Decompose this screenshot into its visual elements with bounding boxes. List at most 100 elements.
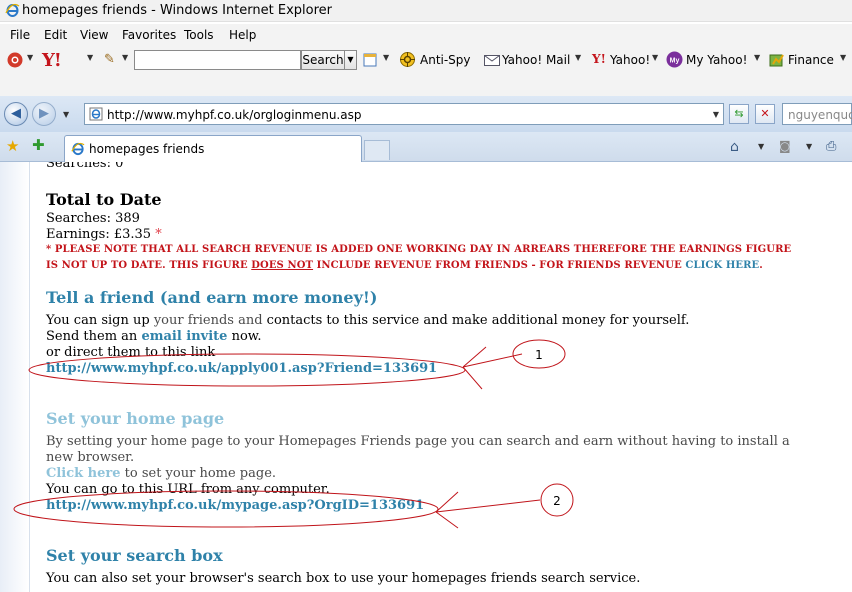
friend-referral-link[interactable]: http://www.myhpf.co.uk/apply001.asp?Frie…	[46, 361, 437, 376]
tell-text-c: contacts to this service and make additi…	[262, 313, 690, 328]
menu-edit[interactable]: Edit	[44, 28, 67, 42]
window-title-bar: homepages friends - Windows Internet Exp…	[0, 0, 852, 22]
chevron-down-icon[interactable]: ▼	[652, 53, 658, 62]
yahoo-search-button[interactable]: Search	[301, 50, 345, 70]
forward-arrow-icon[interactable]: ▶	[32, 102, 56, 126]
direct-text: or direct them to this link	[46, 345, 216, 360]
add-favorites-icon[interactable]: ✚	[32, 136, 45, 154]
click-here-suffix: to set your home page.	[120, 466, 277, 481]
chevron-down-icon[interactable]: ▼	[87, 53, 93, 62]
rss-feed-icon[interactable]: ◙	[779, 139, 791, 153]
annotation-label-1: 1	[535, 348, 543, 362]
chevron-down-icon[interactable]: ▼	[806, 142, 812, 151]
yahoo-mail-button[interactable]: Yahoo! Mail	[502, 53, 570, 67]
goto-text: You can go to this URL from any computer…	[46, 482, 330, 497]
search-placeholder: nguyenquoc	[788, 108, 852, 122]
send-suffix: now.	[227, 329, 262, 344]
chevron-down-icon[interactable]: ▼	[575, 53, 581, 62]
page-icon[interactable]	[362, 52, 378, 71]
click-here-row: Click here to set your home page.	[46, 466, 276, 481]
anti-spy-button[interactable]: Anti-Spy	[420, 53, 471, 67]
yahoo-small-logo-icon[interactable]: Y!	[592, 52, 606, 66]
friends-revenue-link[interactable]: CLICK HERE	[685, 260, 759, 271]
yahoo-search-input[interactable]	[134, 50, 301, 70]
chevron-down-icon[interactable]: ▼	[383, 53, 389, 62]
notice-does-not: DOES NOT	[251, 260, 314, 271]
send-prefix: Send them an	[46, 329, 142, 344]
notice-text-c: INCLUDE REVENUE FROM FRIENDS - FOR FRIEN…	[313, 260, 686, 271]
searches-partial: Searches: 0	[46, 162, 124, 171]
search-box-text: You can also set your browser's search b…	[46, 571, 641, 586]
mail-icon[interactable]	[484, 55, 500, 69]
page-content: Searches: 0 Total to Date Searches: 389 …	[0, 162, 852, 592]
finance-icon[interactable]	[769, 52, 785, 71]
live-search-input[interactable]: nguyenquoc	[782, 103, 852, 125]
my-yahoo-icon[interactable]: My	[666, 51, 683, 71]
address-bar[interactable]: http://www.myhpf.co.uk/orgloginmenu.asp …	[84, 103, 724, 125]
address-url[interactable]: http://www.myhpf.co.uk/orgloginmenu.asp	[107, 108, 361, 122]
annotation-label-2: 2	[553, 494, 561, 508]
mypage-link[interactable]: http://www.myhpf.co.uk/mypage.asp?OrgID=…	[46, 498, 424, 513]
home-text-2: new browser.	[46, 450, 135, 465]
chevron-down-icon[interactable]: ▼	[758, 142, 764, 151]
chevron-down-icon[interactable]: ▼	[27, 53, 33, 62]
notice-line-1: * PLEASE NOTE THAT ALL SEARCH REVENUE IS…	[46, 244, 792, 255]
yahoo-options-icon[interactable]	[6, 51, 24, 72]
finance-button[interactable]: Finance	[788, 53, 834, 67]
print-icon[interactable]: ⎙	[826, 139, 836, 154]
menu-favorites[interactable]: Favorites	[122, 28, 176, 42]
click-here-link[interactable]: Click here	[46, 466, 121, 481]
favorites-star-icon[interactable]: ★	[6, 137, 19, 155]
annotation-circle-2	[540, 483, 574, 517]
chevron-down-icon[interactable]: ▼	[754, 53, 760, 62]
pencil-icon[interactable]: ✎	[104, 52, 115, 67]
new-tab-button[interactable]	[364, 140, 390, 160]
yahoo-toolbar: ▼ Y! ▼ ✎ ▼ Search ▼ ▼ Anti-Spy Yahoo! Ma…	[0, 46, 852, 74]
page-left-border	[0, 162, 30, 592]
tab-bar: ★ ✚ homepages friends ⌂ ▼ ◙ ▼ ⎙	[0, 132, 852, 162]
search-dropdown-button[interactable]: ▼	[345, 50, 357, 70]
ie-logo-icon	[5, 3, 20, 21]
refresh-icon[interactable]: ⇆	[729, 104, 749, 124]
chevron-down-icon[interactable]: ▼	[63, 110, 69, 119]
tell-text-b: your friends and	[153, 313, 263, 328]
total-to-date-heading: Total to Date	[46, 190, 162, 209]
anti-spy-icon[interactable]	[399, 51, 416, 71]
chevron-down-icon[interactable]: ▼	[122, 53, 128, 62]
tell-a-friend-heading: Tell a friend (and earn more money!)	[46, 288, 378, 307]
annotation-arrow-2	[435, 491, 541, 529]
menu-help[interactable]: Help	[229, 28, 256, 42]
back-arrow-icon[interactable]: ◀	[4, 102, 28, 126]
svg-text:My: My	[670, 58, 680, 65]
set-home-page-heading: Set your home page	[46, 409, 225, 428]
home-text-1: By setting your home page to your Homepa…	[46, 434, 790, 449]
yahoo-button[interactable]: Yahoo!	[610, 53, 650, 67]
chevron-down-icon[interactable]: ▼	[713, 110, 719, 119]
searches-total: Searches: 389	[46, 211, 140, 226]
stop-icon[interactable]: ✕	[755, 104, 775, 124]
earnings-star: *	[155, 227, 162, 242]
earnings-row: Earnings: £3.35 *	[46, 227, 162, 242]
chevron-down-icon[interactable]: ▼	[840, 53, 846, 62]
menu-bar: File Edit View Favorites Tools Help	[0, 24, 852, 46]
send-invite-row: Send them an email invite now.	[46, 329, 262, 344]
navigation-bar: ◀ ▶ ▼ http://www.myhpf.co.uk/orgloginmen…	[0, 96, 852, 132]
yahoo-logo-icon[interactable]: Y!	[42, 50, 62, 71]
annotation-circle-1	[512, 339, 566, 369]
email-invite-link[interactable]: email invite	[141, 329, 227, 344]
earnings-value: Earnings: £3.35	[46, 227, 152, 242]
window-title: homepages friends - Windows Internet Exp…	[22, 3, 333, 18]
notice-line-2: IS NOT UP TO DATE. THIS FIGURE DOES NOT …	[46, 260, 763, 271]
menu-tools[interactable]: Tools	[184, 28, 214, 42]
menu-view[interactable]: View	[80, 28, 108, 42]
annotation-arrow-1	[462, 346, 523, 390]
tell-text: You can sign up your friends and contact…	[46, 313, 689, 328]
notice-text-a: IS NOT UP TO DATE. THIS FIGURE	[46, 260, 252, 271]
tab-label: homepages friends	[89, 142, 205, 156]
tell-text-a: You can sign up	[46, 313, 154, 328]
toolbar-band	[0, 74, 852, 96]
tab-homepages-friends[interactable]: homepages friends	[64, 135, 362, 162]
menu-file[interactable]: File	[10, 28, 30, 42]
my-yahoo-button[interactable]: My Yahoo!	[686, 53, 747, 67]
home-icon[interactable]: ⌂	[730, 139, 739, 155]
